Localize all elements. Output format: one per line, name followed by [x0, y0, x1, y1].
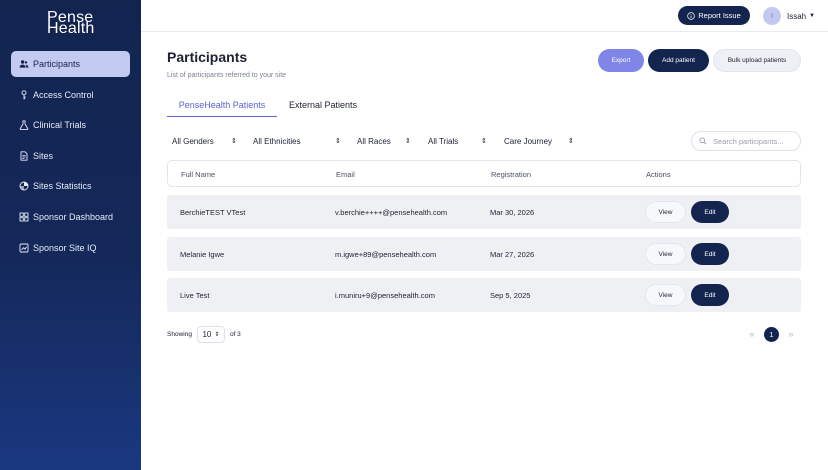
filter-bar: All Genders ⇕ All Ethnicities ⇕ All Race… [167, 131, 801, 151]
previous-page-button[interactable]: « [745, 329, 759, 339]
search-icon [699, 137, 707, 145]
sidebar-item-label: Sponsor Site IQ [33, 242, 97, 253]
bulk-upload-button[interactable]: Bulk upload patients [713, 49, 801, 72]
chevron-down-icon[interactable]: ▼ [809, 13, 815, 19]
search-box[interactable] [691, 131, 801, 151]
sidebar-item-label: Access Control [33, 89, 94, 100]
edit-button[interactable]: Edit [691, 201, 729, 223]
report-issue-button[interactable]: Report Issue [678, 6, 750, 25]
pagination: « 1 » [745, 326, 798, 342]
flask-icon [18, 119, 30, 131]
care-journey-filter[interactable]: Care Journey ⇕ [504, 132, 579, 150]
grid-icon [18, 211, 30, 223]
add-patient-button[interactable]: Add patient [648, 49, 709, 72]
race-filter[interactable]: All Races ⇕ [357, 132, 415, 150]
chevron-updown-icon: ⇕ [214, 331, 220, 338]
of-total-label: of 3 [229, 330, 241, 338]
page-title: Participants [167, 49, 248, 65]
logo-line-2: Health [47, 20, 95, 37]
table-header: Full Name Email Registration Actions [167, 160, 801, 187]
care-journey-filter-label: Care Journey [504, 136, 553, 146]
participant-registration: Mar 30, 2026 [490, 208, 535, 217]
showing-label: Showing [167, 330, 192, 338]
participant-registration: Mar 27, 2026 [490, 250, 535, 259]
participant-email: i.muniru+9@pensehealth.com [335, 291, 435, 300]
edit-button[interactable]: Edit [691, 243, 729, 265]
sidebar-item-sites-statistics[interactable]: Sites Statistics [11, 173, 130, 199]
chevron-updown-icon: ⇕ [231, 138, 237, 145]
pagination-summary: Showing 10 ⇕ of 3 [167, 325, 241, 343]
document-icon [18, 150, 30, 162]
column-email[interactable]: Email [336, 170, 355, 179]
sidebar-item-sponsor-dashboard[interactable]: Sponsor Dashboard [11, 204, 130, 230]
tab-pensehealth-patients[interactable]: PenseHealth Patients [167, 97, 277, 117]
sidebar-item-label: Clinical Trials [33, 120, 87, 131]
column-actions: Actions [646, 170, 671, 179]
next-page-button[interactable]: » [784, 329, 798, 339]
page-subtitle: List of participants referred to your si… [167, 72, 287, 79]
sidebar-item-participants[interactable]: Participants [11, 51, 130, 77]
table-row: BerchieTEST VTest v.berchie++++@pensehea… [167, 195, 801, 229]
sidebar-item-sponsor-site-iq[interactable]: Sponsor Site IQ [11, 235, 130, 261]
users-icon [18, 58, 30, 70]
participant-name: BerchieTEST VTest [180, 208, 246, 217]
chevron-updown-icon: ⇕ [481, 138, 487, 145]
sidebar-item-access-control[interactable]: Access Control [11, 82, 130, 108]
participant-registration: Sep 5, 2025 [490, 291, 531, 300]
sidebar-item-label: Participants [33, 59, 81, 69]
participant-name: Melanie Igwe [180, 250, 225, 259]
sidebar-item-label: Sites Statistics [33, 181, 92, 192]
view-button[interactable]: View [645, 201, 686, 223]
chevron-updown-icon: ⇕ [335, 138, 341, 145]
sidebar-item-sites[interactable]: Sites [11, 143, 130, 169]
table-row: Live Test i.muniru+9@pensehealth.com Sep… [167, 278, 801, 312]
sidebar: Pense Health Participants Access Control… [0, 0, 141, 470]
sidebar-item-label: Sponsor Dashboard [33, 211, 114, 222]
trial-filter-label: All Trials [428, 136, 459, 146]
key-icon [18, 89, 30, 101]
race-filter-label: All Races [357, 136, 391, 146]
search-input[interactable] [713, 136, 795, 146]
ethnicity-filter-label: All Ethnicities [253, 136, 301, 146]
page-1-button[interactable]: 1 [764, 326, 779, 342]
chart-icon [18, 242, 30, 254]
participant-email: v.berchie++++@pensehealth.com [335, 208, 448, 217]
pensehealth-logo[interactable]: Pense Health [47, 10, 95, 37]
gender-filter-label: All Genders [172, 136, 214, 146]
participant-email: m.igwe+89@pensehealth.com [335, 250, 437, 259]
trial-filter[interactable]: All Trials ⇕ [428, 132, 490, 150]
column-full-name[interactable]: Full Name [181, 170, 215, 179]
sidebar-nav: Participants Access Control Clinical Tri… [11, 51, 130, 265]
export-button[interactable]: Export [598, 49, 644, 72]
participant-name: Live Test [180, 291, 210, 300]
info-icon [687, 11, 695, 20]
ethnicity-filter[interactable]: All Ethnicities ⇕ [253, 132, 343, 150]
patient-tabs: PenseHealth Patients External Patients [167, 97, 367, 117]
gender-filter[interactable]: All Genders ⇕ [172, 132, 242, 150]
sidebar-item-clinical-trials[interactable]: Clinical Trials [11, 112, 130, 138]
view-button[interactable]: View [645, 284, 686, 306]
top-bar: Report Issue I Issah ▼ [141, 0, 828, 32]
tab-external-patients[interactable]: External Patients [289, 97, 357, 117]
per-page-value: 10 [202, 329, 212, 339]
sidebar-item-label: Sites [33, 150, 54, 161]
chevron-updown-icon: ⇕ [405, 138, 411, 145]
avatar[interactable]: I [763, 7, 781, 25]
view-button[interactable]: View [645, 243, 686, 265]
pie-chart-icon [18, 180, 30, 192]
username[interactable]: Issah [787, 12, 806, 21]
report-issue-label: Report Issue [698, 11, 741, 20]
edit-button[interactable]: Edit [691, 284, 729, 306]
per-page-select[interactable]: 10 ⇕ [196, 325, 225, 343]
table-row: Melanie Igwe m.igwe+89@pensehealth.com M… [167, 237, 801, 271]
chevron-updown-icon: ⇕ [568, 138, 574, 145]
column-registration[interactable]: Registration [491, 170, 531, 179]
